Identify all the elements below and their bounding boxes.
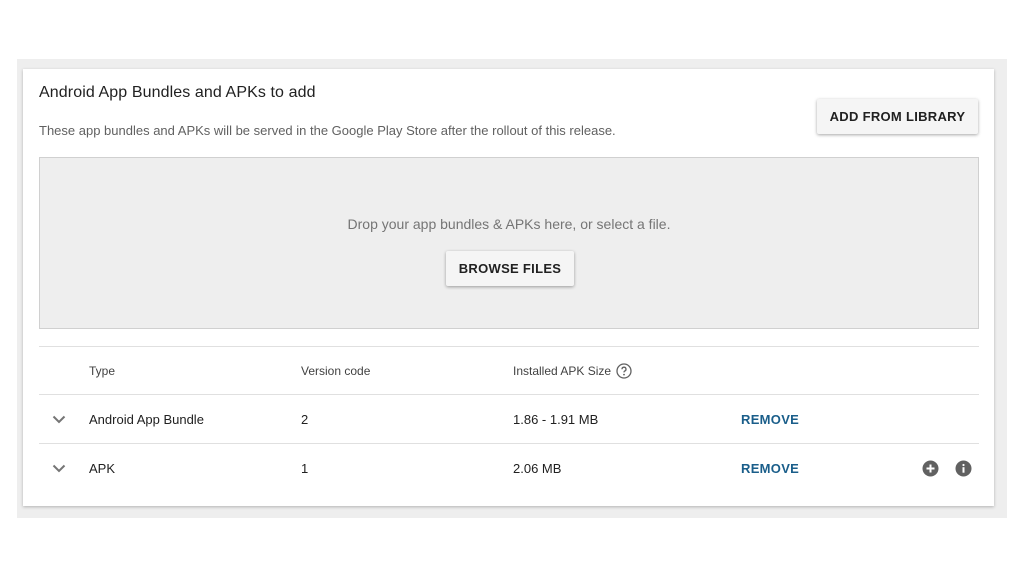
browse-files-button[interactable]: BROWSE FILES	[446, 251, 574, 286]
column-header-type: Type	[89, 363, 116, 378]
dropzone-text: Drop your app bundles & APKs here, or se…	[347, 216, 671, 232]
file-dropzone[interactable]: Drop your app bundles & APKs here, or se…	[39, 157, 979, 329]
row-version-code: 2	[301, 411, 309, 427]
row-size: 2.06 MB	[513, 460, 562, 476]
artifacts-table: Type Version code Installed APK Size And…	[39, 346, 979, 492]
table-row: APK 1 2.06 MB REMOVE	[39, 443, 979, 492]
remove-button-label: REMOVE	[741, 411, 800, 427]
row-type: APK	[89, 460, 116, 476]
chevron-down-icon[interactable]	[51, 444, 67, 492]
table-row: Android App Bundle 2 1.86 - 1.91 MB REMO…	[39, 394, 979, 443]
remove-button[interactable]: REMOVE	[741, 395, 799, 443]
add-from-library-button[interactable]: ADD FROM LIBRARY	[817, 99, 978, 134]
info-icon[interactable]	[955, 444, 972, 492]
help-circle-icon[interactable]	[616, 362, 632, 379]
chevron-down-icon[interactable]	[51, 395, 67, 443]
column-header-installed-size-label: Installed APK Size	[513, 363, 612, 378]
column-header-version-code: Version code	[301, 363, 371, 378]
row-type: Android App Bundle	[89, 411, 204, 427]
section-subtitle: These app bundles and APKs will be serve…	[39, 123, 616, 138]
remove-button-label: REMOVE	[741, 460, 800, 476]
bundles-card: Android App Bundles and APKs to add Thes…	[23, 69, 994, 506]
column-header-installed-size: Installed APK Size	[513, 347, 632, 394]
remove-button[interactable]: REMOVE	[741, 444, 799, 492]
table-header-row: Type Version code Installed APK Size	[39, 346, 979, 394]
add-circle-icon[interactable]	[922, 444, 939, 492]
row-size: 1.86 - 1.91 MB	[513, 411, 599, 427]
row-version-code: 1	[301, 460, 309, 476]
section-title: Android App Bundles and APKs to add	[39, 84, 316, 101]
